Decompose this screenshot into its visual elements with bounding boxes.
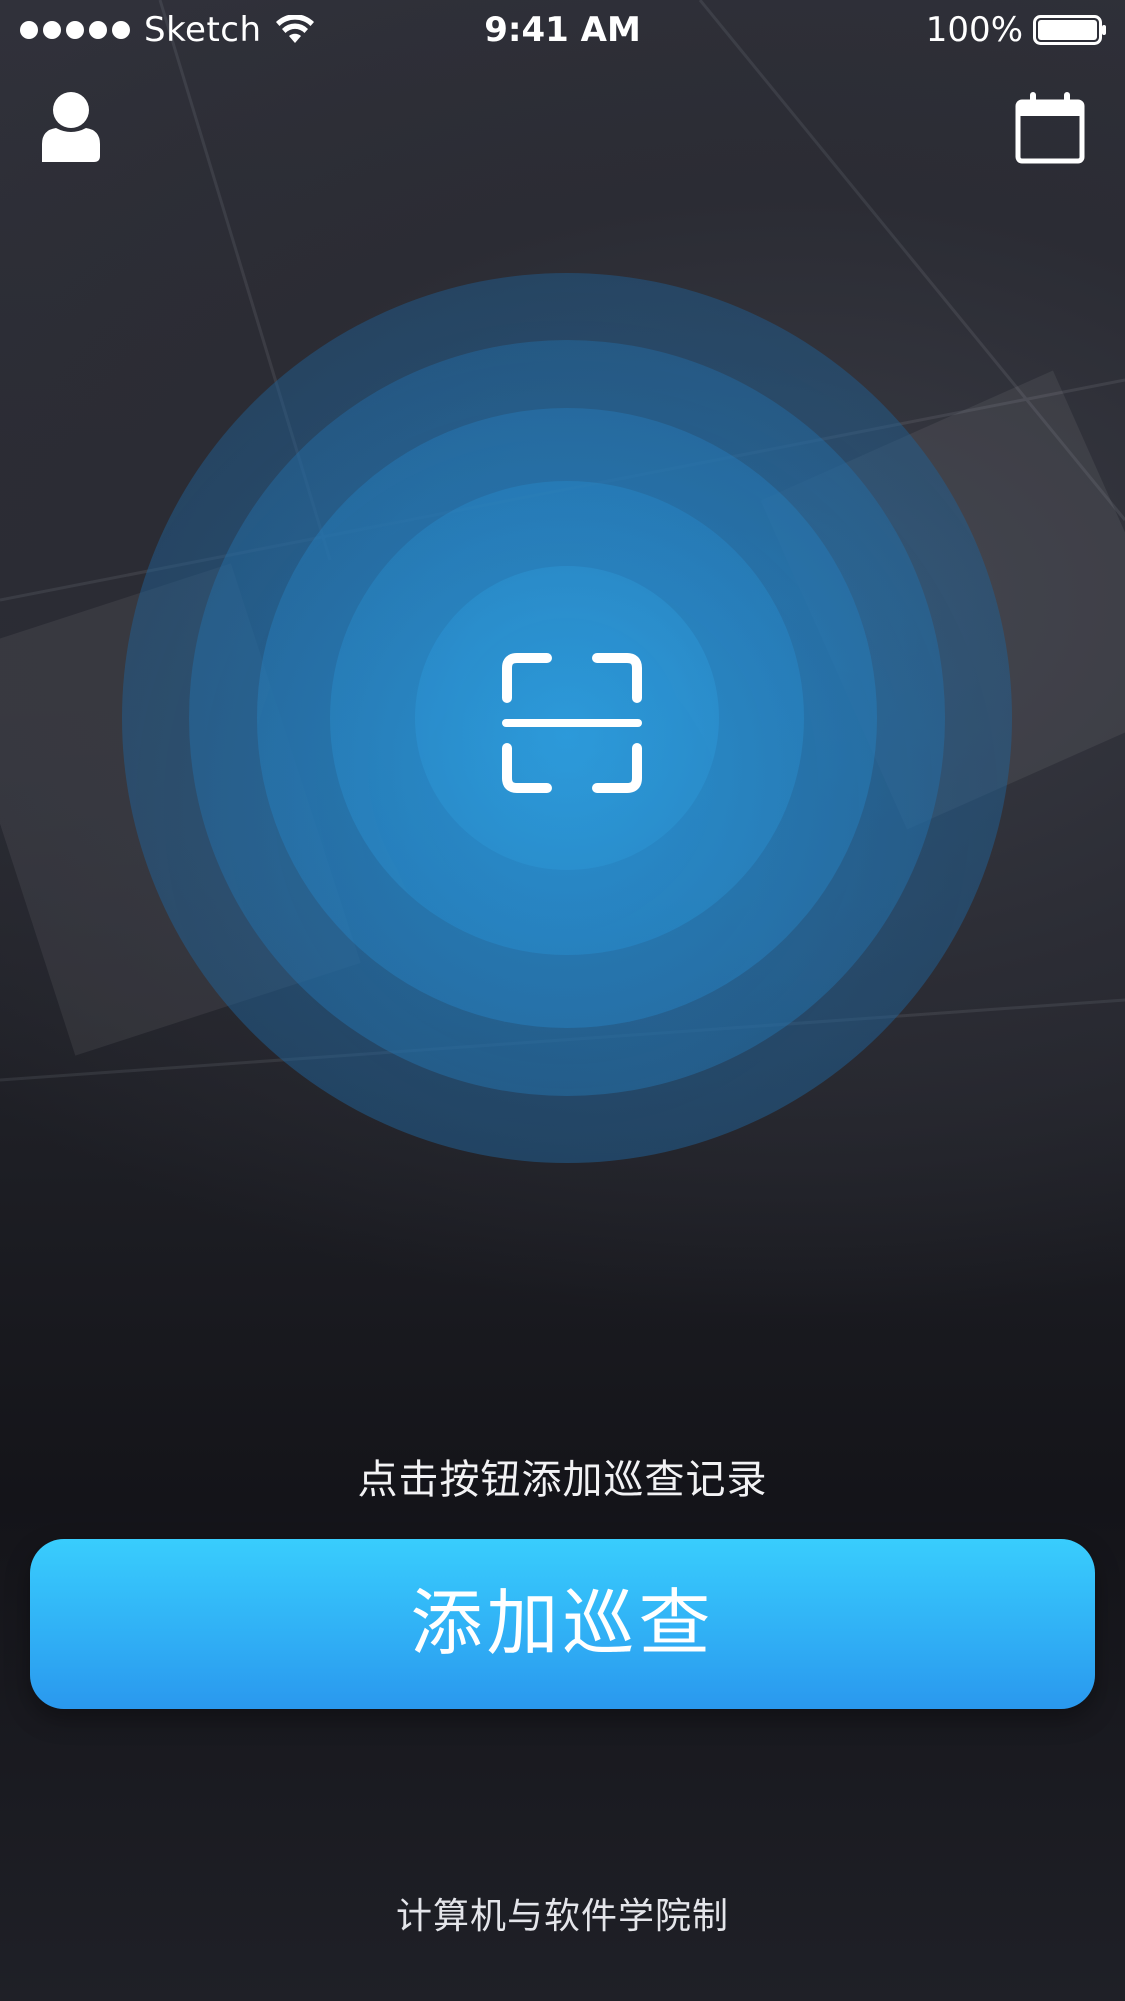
calendar-icon[interactable] (1015, 90, 1085, 164)
instruction-text: 点击按钮添加巡查记录 (357, 1457, 768, 1503)
user-icon[interactable] (40, 90, 102, 162)
scan-icon (502, 653, 642, 793)
status-right: 100% (926, 10, 1107, 50)
footer-credit: 计算机与软件学院制 (395, 1896, 729, 1937)
add-inspection-button-label: 添加巡查 (410, 1584, 715, 1664)
battery-percentage: 100% (925, 10, 1023, 50)
add-inspection-button[interactable]: 添加巡查 (30, 1539, 1095, 1709)
battery-icon (1033, 15, 1106, 45)
status-bar: Sketch 9:41 AM 100% (0, 0, 1125, 60)
scanner-radar (122, 273, 1012, 1163)
app-screen: Sketch 9:41 AM 100% 点击按钮添加巡查记录 添加巡查 计算机与… (0, 0, 1125, 2001)
